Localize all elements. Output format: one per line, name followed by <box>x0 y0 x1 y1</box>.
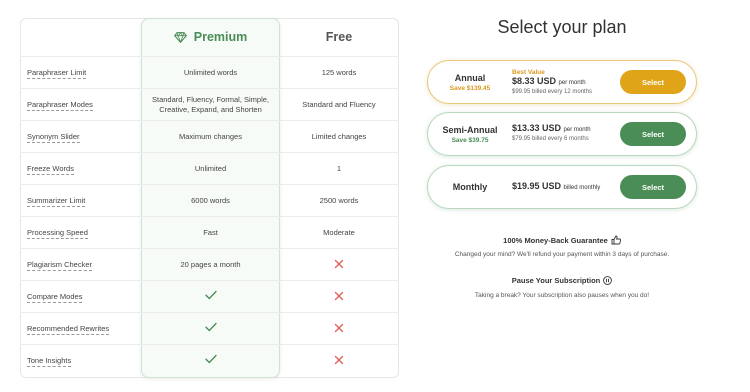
feature-label[interactable]: Paraphraser Modes <box>27 100 93 111</box>
cross-icon <box>334 323 344 333</box>
plan-card-annual[interactable]: Annual Save $139.45 Best Value $8.33 USD… <box>427 60 697 104</box>
pause-text: Taking a break? Your subscription also p… <box>474 292 650 299</box>
feature-label[interactable]: Processing Speed <box>27 228 88 239</box>
table-row: Paraphraser Modes Standard, Fluency, For… <box>20 88 399 120</box>
select-annual-button[interactable]: Select <box>620 70 686 94</box>
free-value: 1 <box>336 164 342 173</box>
table-row: Plagiarism Checker 20 pages a month <box>20 248 399 280</box>
cross-icon <box>334 291 344 301</box>
free-value: Standard and Fluency <box>302 100 376 109</box>
thumbs-up-icon <box>611 235 621 245</box>
free-value: 125 words <box>321 68 357 77</box>
premium-value: Fast <box>203 227 218 237</box>
premium-value: Unlimited <box>194 163 227 173</box>
plan-card-semi-annual[interactable]: Semi-Annual Save $39.75 $13.33 USD per m… <box>427 112 697 156</box>
cross-icon <box>334 355 344 365</box>
table-row: Recommended Rewrites <box>20 312 399 344</box>
guarantee-title-text: 100% Money-Back Guarantee <box>503 235 608 245</box>
feature-label[interactable]: Recommended Rewrites <box>27 324 110 335</box>
feature-label[interactable]: Synonym Slider <box>27 132 80 143</box>
plan-billing: $99.95 billed every 12 months <box>512 88 593 95</box>
plan-name: Annual <box>454 72 486 83</box>
plan-period: per month <box>558 79 586 86</box>
premium-header-label: Premium <box>193 30 248 44</box>
plan-price: $13.33 USD <box>512 123 562 133</box>
table-row: Freeze Words Unlimited 1 <box>20 152 399 184</box>
feature-label[interactable]: Paraphraser Limit <box>27 68 87 79</box>
premium-column-header: Premium <box>141 18 280 56</box>
select-semi-annual-button[interactable]: Select <box>620 122 686 146</box>
table-row: Summarizer Limit 6000 words 2500 words <box>20 184 399 216</box>
plan-price: $19.95 USD <box>512 180 562 191</box>
plan-price: $8.33 USD <box>512 75 557 86</box>
plan-savings: Save $39.75 <box>451 136 489 144</box>
plan-name: Monthly <box>452 182 488 192</box>
check-icon <box>204 290 217 300</box>
free-value: Limited changes <box>311 132 367 141</box>
plan-billing: $79.95 billed every 6 months <box>512 136 589 142</box>
plan-name: Semi-Annual <box>442 124 498 135</box>
feature-label[interactable]: Freeze Words <box>27 164 74 175</box>
pause-title-text: Pause Your Subscription <box>511 276 601 285</box>
cross-icon <box>334 259 344 269</box>
table-row: Synonym Slider Maximum changes Limited c… <box>20 120 399 152</box>
table-row: Processing Speed Fast Moderate <box>20 216 399 248</box>
check-icon <box>204 322 217 332</box>
plan-card-monthly[interactable]: Monthly $19.95 USD billed monthly Select <box>427 165 697 209</box>
diamond-icon <box>173 31 187 43</box>
free-value: Moderate <box>323 228 355 237</box>
plan-period: per month <box>563 127 591 133</box>
table-row: Tone Insights <box>20 344 399 376</box>
pause-title: Pause Your Subscription <box>427 276 697 285</box>
guarantee-title: 100% Money-Back Guarantee <box>427 235 697 245</box>
check-icon <box>204 354 217 364</box>
feature-label[interactable]: Compare Modes <box>27 292 83 303</box>
feature-label[interactable]: Tone Insights <box>27 356 72 367</box>
table-row: Compare Modes <box>20 280 399 312</box>
plan-title: Select your plan <box>497 17 627 37</box>
feature-label[interactable]: Plagiarism Checker <box>27 260 93 271</box>
pause-icon <box>603 276 613 285</box>
plan-savings: Save $139.45 <box>449 84 491 92</box>
premium-value: Unlimited words <box>183 67 238 77</box>
plan-period: billed monthly <box>563 184 601 191</box>
free-column-header: Free <box>325 30 353 44</box>
premium-value: Maximum changes <box>179 131 242 141</box>
premium-value: Standard, Fluency, Formal, Simple, Creat… <box>152 94 269 114</box>
select-monthly-button[interactable]: Select <box>620 175 686 199</box>
free-value: 2500 words <box>319 196 359 205</box>
premium-value: 6000 words <box>191 195 230 205</box>
premium-value: 20 pages a month <box>180 259 241 269</box>
guarantee-text: Changed your mind? We'll refund your pay… <box>454 251 670 258</box>
feature-label[interactable]: Summarizer Limit <box>27 196 86 207</box>
table-row: Paraphraser Limit Unlimited words 125 wo… <box>20 56 399 88</box>
